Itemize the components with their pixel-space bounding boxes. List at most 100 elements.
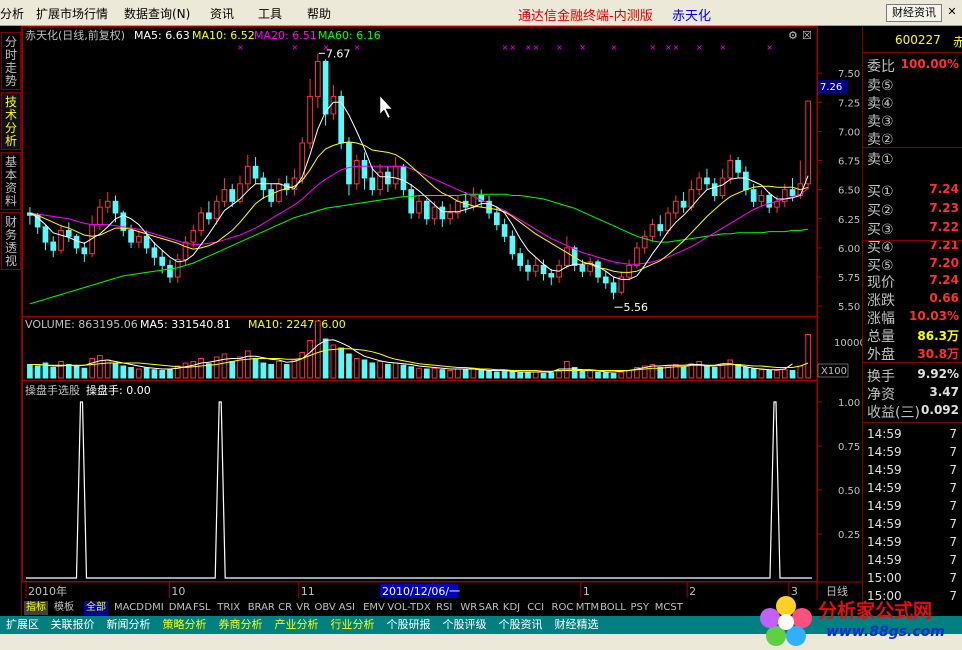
indicator-tab[interactable]: BRAR (248, 601, 275, 615)
signal-marker: × (673, 43, 680, 52)
quote-row-value: 9.92% (917, 367, 959, 381)
tick-row: 14:59 7 (867, 462, 962, 480)
bottom-tab[interactable]: 新闻分析 (105, 617, 153, 633)
volume-bar (291, 359, 298, 379)
ma-legend: MA5: 6.63 MA10: 6.52 MA20: 6.51 MA60: 6.16 (134, 29, 381, 42)
candle-body (369, 177, 376, 191)
kline-chart-area[interactable]: 赤天化(日线,前复权) MA5: 6.63 MA10: 6.52 MA20: 6.5… (22, 26, 862, 600)
indicator-tab[interactable]: FSL (193, 601, 211, 615)
quote-row-label: 换手 (867, 369, 895, 385)
tab-basic-info[interactable]: 基本资料 (1, 152, 21, 210)
volume-axis-tick: 10000 (834, 338, 862, 349)
menu-item-tools[interactable]: 工具 (258, 5, 282, 22)
menu-item-help[interactable]: 帮助 (307, 5, 331, 22)
volume-title: VOLUME: 863195.06 (25, 318, 138, 331)
close-panel-icon[interactable]: ☒ (802, 29, 812, 42)
volume-bar (128, 367, 134, 379)
indicator-tab[interactable]: CR (278, 601, 292, 615)
quote-row-value: 7.24 (929, 182, 959, 196)
candle-body (711, 183, 718, 196)
bottom-tab[interactable]: 策略分析 (161, 617, 209, 633)
quote-row: 净资 3.47 (867, 384, 962, 403)
indicator-tab[interactable]: DMI (144, 601, 163, 615)
bottom-tab[interactable]: 个股研报 (385, 617, 433, 633)
signal-marker: × (579, 43, 586, 52)
indicator-tab[interactable]: WR (460, 601, 477, 615)
finance-news-button[interactable]: 财经资讯 (886, 4, 942, 22)
ma-legend-item: MA20: 6.51 (254, 29, 317, 42)
candle-body (385, 171, 391, 185)
tab-intraday[interactable]: 分时走势 (1, 32, 21, 90)
candle-body (50, 241, 57, 251)
indicator-tab[interactable]: 模板 (54, 601, 74, 615)
bottom-tab[interactable]: 扩展区 (4, 617, 41, 633)
price-axis-tick: 7.50 (838, 69, 860, 80)
candle-body (151, 247, 158, 258)
candle-body (696, 177, 702, 191)
quote-row: 外盘 30.8万 (867, 344, 962, 363)
tick-row: 14:59 7 (867, 480, 962, 498)
volume-bar (34, 365, 41, 379)
indicator-tab[interactable]: VR (296, 601, 310, 615)
bottom-tab[interactable]: 券商分析 (217, 617, 265, 633)
volume-ma-legend-item: MA5: 331540.81 (140, 318, 231, 331)
indicator-axis-tick: 1.00 (838, 398, 860, 409)
bottom-tab[interactable]: 个股评级 (441, 617, 489, 633)
low-price-label: 5.56 (624, 301, 649, 314)
bottom-tab[interactable]: 个股资讯 (497, 617, 545, 633)
tab-financial[interactable]: 财务透视 (1, 212, 21, 270)
bottom-tab[interactable]: 行业分析 (329, 617, 377, 633)
volume-bar (416, 367, 422, 379)
menu-item-data-query[interactable]: 数据查询(N) (124, 5, 190, 22)
indicator-tab[interactable]: MTM (576, 601, 599, 615)
menu-item-analysis[interactable]: 分析 (0, 5, 24, 22)
indicator-tab[interactable]: CCI (527, 601, 544, 615)
indicator-tab[interactable]: EMV (363, 601, 385, 615)
indicator-tab[interactable]: TRIX (217, 601, 240, 615)
indicator-tab[interactable]: RSI (436, 601, 452, 615)
tab-technical-analysis[interactable]: 技术分析 (1, 92, 21, 150)
volume-bar (618, 371, 625, 379)
quote-row: 买② 7.23 (867, 200, 962, 219)
menu-item-info[interactable]: 资讯 (210, 5, 234, 22)
indicator-tab[interactable]: KDJ (503, 601, 520, 615)
candle-body (517, 253, 524, 266)
indicator-tab[interactable]: MACD (114, 601, 144, 615)
bottom-tab[interactable]: 关联报价 (49, 617, 97, 633)
indicator-tab[interactable]: 指标 (24, 601, 48, 615)
bottom-tab[interactable]: 产业分析 (273, 617, 321, 633)
quote-row-value: 10.03% (909, 309, 959, 323)
indicator-tab[interactable]: VOL-TDX (387, 601, 430, 615)
price-axis-tick: 6.75 (838, 157, 860, 168)
quote-panel: 600227 赤 委比 100.00% 卖⑤ 卖④ 卖③ 卖② 卖① 买① 7.24 买② 7.23… (862, 26, 962, 616)
volume-bar (307, 340, 313, 379)
indicator-tab[interactable]: ASI (339, 601, 355, 615)
quote-row: 卖② (867, 129, 962, 148)
indicator-tab[interactable]: SAR (479, 601, 499, 615)
candle-body (634, 247, 640, 266)
volume-bar (58, 361, 64, 379)
indicator-tab[interactable]: PSY (631, 601, 650, 615)
bottom-tab[interactable]: 财经精选 (553, 617, 601, 633)
menu-item-extended-market[interactable]: 扩展市场行情 (36, 5, 108, 22)
indicator-tab[interactable]: 全部 (84, 601, 108, 615)
indicator-tab[interactable]: ROC (552, 601, 574, 615)
indicator-tab[interactable]: MCST (655, 601, 683, 615)
close-icon[interactable]: ✕ (945, 4, 959, 22)
settings-icon[interactable]: ⚙ (788, 29, 798, 42)
tick-time: 14:59 (867, 535, 902, 549)
candle-body (680, 200, 687, 208)
quote-row: 涨跌 0.66 (867, 290, 962, 309)
tick-price: 7 (949, 553, 957, 567)
volume-bar (781, 369, 788, 379)
volume-bar (766, 370, 773, 379)
volume-bar (229, 361, 236, 379)
volume-bar (89, 358, 95, 379)
indicator-tab[interactable]: BOLL (600, 601, 626, 615)
volume-bar (97, 355, 103, 379)
tick-price: 7 (949, 427, 957, 441)
volume-bar (431, 367, 438, 379)
indicator-tab[interactable]: DMA (169, 601, 192, 615)
indicator-tab[interactable]: OBV (315, 601, 336, 615)
candle-body (416, 200, 422, 214)
